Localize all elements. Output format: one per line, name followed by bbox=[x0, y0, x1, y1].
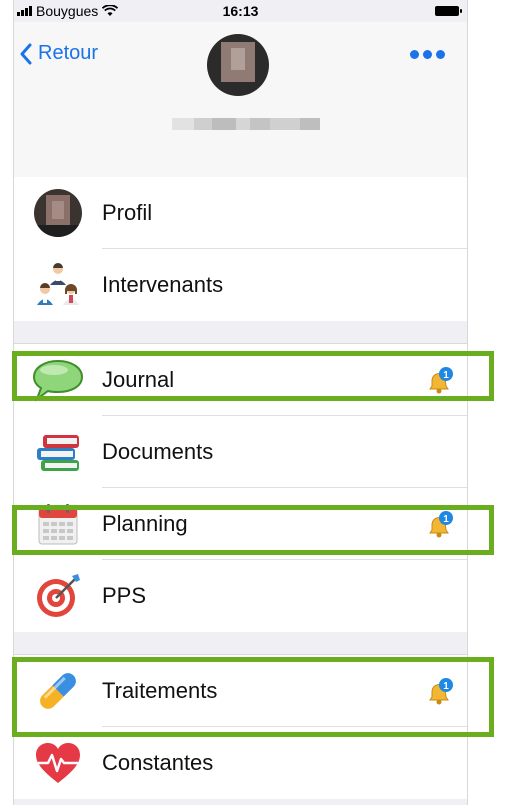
navigation-bar: Retour bbox=[14, 22, 467, 178]
people-icon bbox=[32, 260, 84, 310]
menu-item-traitements[interactable]: Traitements 1 bbox=[14, 655, 467, 727]
status-time: 16:13 bbox=[222, 3, 259, 19]
menu-item-planning[interactable]: Planning 1 bbox=[14, 488, 467, 560]
section-divider bbox=[14, 632, 467, 655]
notification-bell-icon: 1 bbox=[429, 678, 453, 705]
heart-pulse-icon bbox=[32, 738, 84, 788]
menu-label-constantes: Constantes bbox=[102, 750, 214, 775]
menu-label-traitements: Traitements bbox=[102, 678, 218, 703]
speech-bubble-icon bbox=[32, 355, 84, 405]
menu-list: Profil Intervenants Journal 1 Documents … bbox=[14, 177, 467, 799]
menu-label-pps: PPS bbox=[102, 583, 147, 608]
notification-bell-icon: 1 bbox=[429, 511, 453, 538]
patient-name-blurred bbox=[172, 118, 320, 130]
profile-photo-icon bbox=[32, 188, 84, 238]
chevron-left-icon bbox=[20, 43, 32, 64]
menu-item-documents[interactable]: Documents bbox=[14, 416, 467, 488]
section-divider bbox=[14, 321, 467, 344]
menu-item-intervenants[interactable]: Intervenants bbox=[14, 249, 467, 321]
phone-screen: Bouygues 16:13 Retour Profil Intervenant… bbox=[13, 0, 468, 805]
notification-bell-icon: 1 bbox=[429, 367, 453, 394]
menu-item-journal[interactable]: Journal 1 bbox=[14, 344, 467, 416]
menu-label-profil: Profil bbox=[102, 200, 153, 225]
status-bar: Bouygues 16:13 bbox=[14, 0, 467, 22]
badge-count: 1 bbox=[443, 370, 449, 381]
menu-label-intervenants: Intervenants bbox=[102, 272, 224, 297]
menu-label-journal: Journal bbox=[102, 367, 175, 392]
back-label: Retour bbox=[38, 42, 99, 64]
menu-label-documents: Documents bbox=[102, 439, 214, 464]
menu-item-pps[interactable]: PPS bbox=[14, 560, 467, 632]
badge-count: 1 bbox=[443, 514, 449, 525]
target-icon bbox=[32, 571, 84, 621]
more-options-button[interactable] bbox=[410, 50, 445, 59]
menu-item-profil[interactable]: Profil bbox=[14, 177, 467, 249]
pill-icon bbox=[32, 666, 84, 716]
patient-avatar bbox=[207, 34, 269, 96]
back-button[interactable]: Retour bbox=[20, 42, 98, 65]
badge-count: 1 bbox=[443, 681, 449, 692]
books-icon bbox=[32, 427, 84, 477]
battery-icon bbox=[435, 6, 462, 16]
menu-item-constantes[interactable]: Constantes bbox=[14, 727, 467, 799]
calendar-icon bbox=[32, 499, 84, 549]
menu-label-planning: Planning bbox=[102, 511, 188, 536]
